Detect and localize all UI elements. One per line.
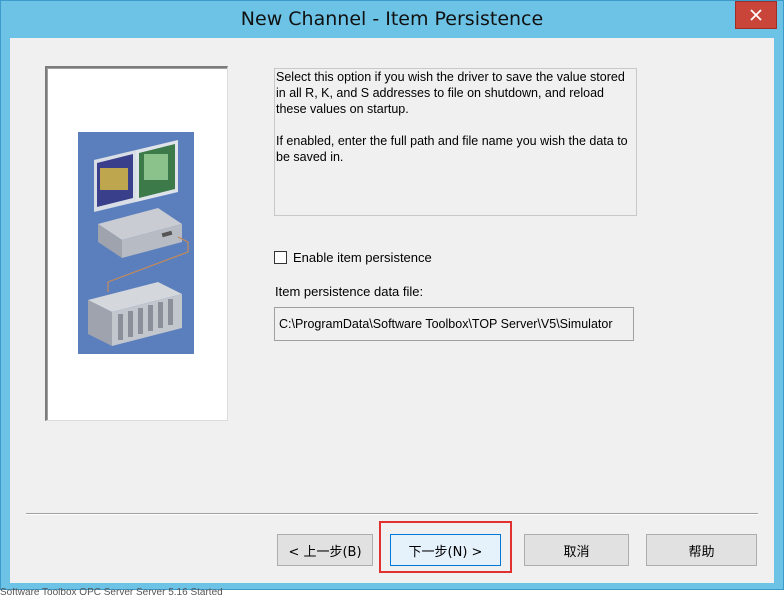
data-file-path-field[interactable]: C:\ProgramData\Software Toolbox\TOP Serv… [274,307,634,341]
enable-persistence-row[interactable]: Enable item persistence [274,248,432,266]
description-box: Select this option if you wish the drive… [274,68,637,216]
enable-persistence-label[interactable]: Enable item persistence [293,250,432,265]
background-status-text: Software Toolbox OPC Server Server 5.16 … [0,588,223,595]
illustration-panel [45,66,228,421]
data-file-label: Item persistence data file: [275,284,424,299]
wizard-window: New Channel - Item Persistence Select th… [0,0,784,590]
window-title: New Channel - Item Persistence [240,8,544,30]
description-paragraph-2: If enabled, enter the full path and file… [276,134,628,164]
close-icon [750,9,762,21]
cancel-button[interactable]: 取消 [524,534,629,566]
next-button-highlight [379,521,512,573]
button-separator [26,513,758,515]
enable-persistence-checkbox[interactable] [274,250,287,264]
title-bar[interactable]: New Channel - Item Persistence [1,1,783,38]
wizard-client-area: Select this option if you wish the drive… [10,38,774,583]
computer-plc-illustration [78,132,194,354]
description-paragraph-1: Select this option if you wish the drive… [276,70,625,116]
close-button[interactable] [735,1,777,29]
help-button[interactable]: 帮助 [646,534,757,566]
back-button[interactable]: < 上一步(B) [277,534,373,566]
